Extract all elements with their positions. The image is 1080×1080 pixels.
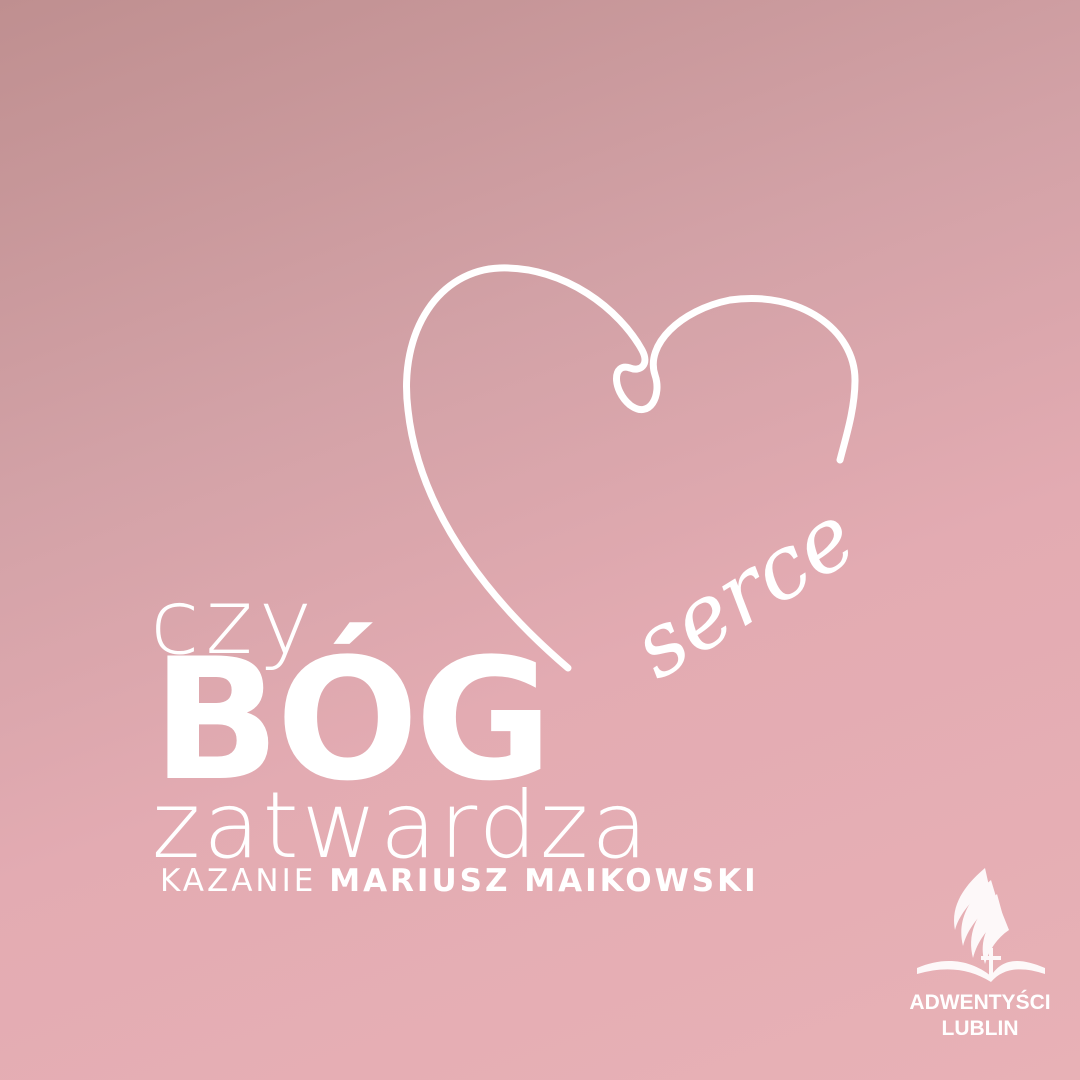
church-logo: ADWENTYŚCI LUBLIN (905, 860, 1055, 1050)
title-line-3: zatwardza (152, 772, 651, 879)
logo-line-1: ADWENTYŚCI (909, 991, 1051, 1014)
script-word: serce (614, 484, 873, 699)
adventist-flame-icon (917, 868, 1045, 982)
preacher-name: MARIUSZ MAIKOWSKI (329, 863, 759, 899)
sermon-label: KAZANIE (160, 863, 317, 899)
logo-line-2: LUBLIN (941, 1017, 1019, 1040)
cover-canvas: serce czy BÓG zatwardza KAZANIE MARIUSZ … (0, 0, 1080, 1080)
sermon-credit: KAZANIE MARIUSZ MAIKOWSKI (160, 866, 759, 897)
